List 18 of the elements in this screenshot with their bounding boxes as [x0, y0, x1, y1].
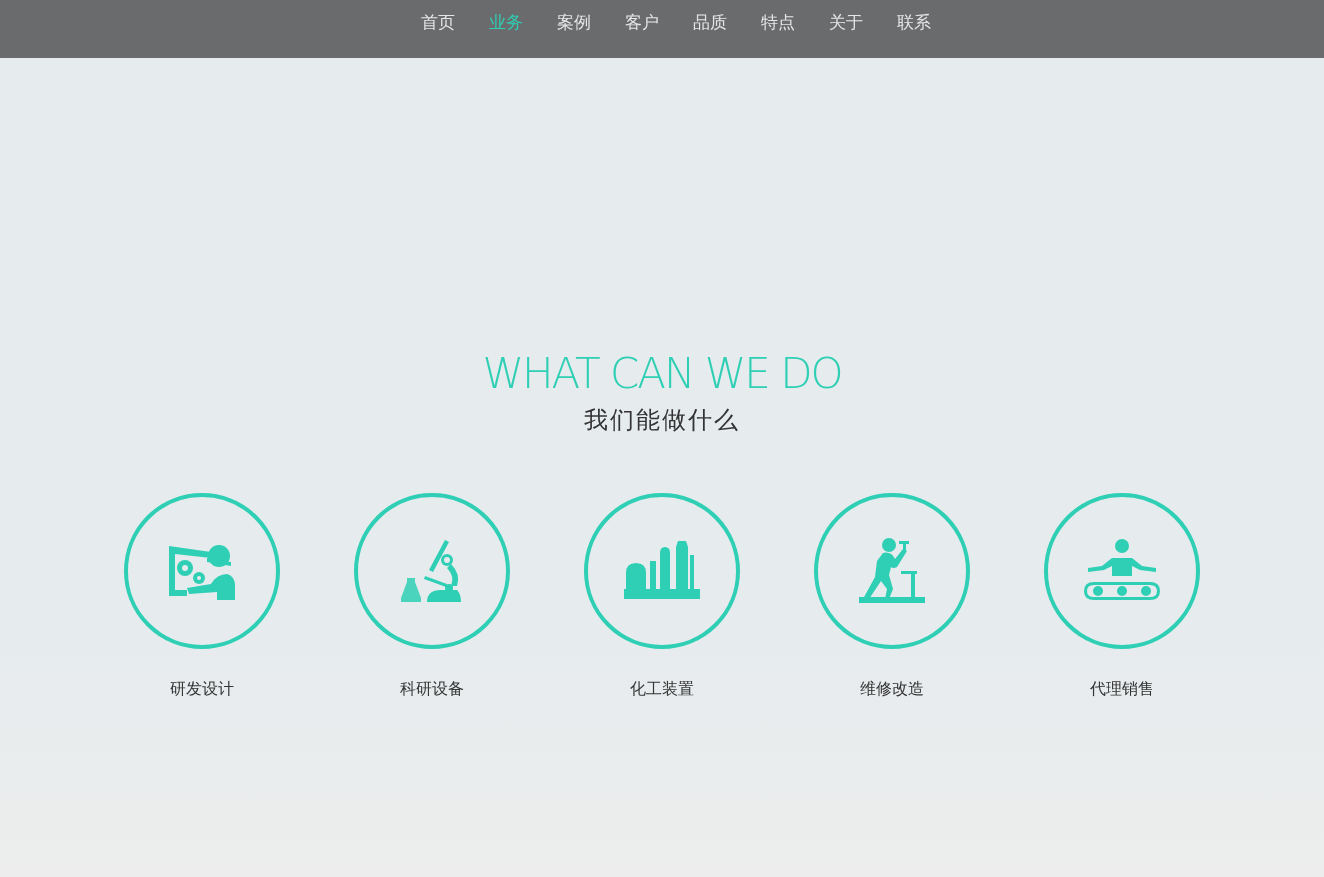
service-label: 化工装置: [630, 679, 694, 699]
nav-link[interactable]: 特点: [761, 10, 795, 36]
nav-link[interactable]: 客户: [625, 10, 659, 36]
nav-link[interactable]: 业务: [489, 10, 523, 36]
nav-link[interactable]: 品质: [693, 10, 727, 36]
worker-hammering-icon: [857, 537, 927, 605]
nav-link[interactable]: 关于: [829, 10, 863, 36]
nav-link[interactable]: 联系: [897, 10, 931, 36]
service-label: 研发设计: [170, 679, 234, 699]
microscope-and-flask-icon: [401, 538, 463, 604]
section-title: WHAT CAN WE DO: [482, 351, 842, 397]
service-label: 科研设备: [400, 679, 464, 699]
service-label: 维修改造: [860, 679, 924, 699]
chemical-plant-icon: [624, 541, 700, 601]
nav-link[interactable]: 案例: [557, 10, 591, 36]
nav-link[interactable]: 首页: [421, 10, 455, 36]
section-subtitle: 我们能做什么: [584, 405, 740, 435]
service-label: 代理销售: [1090, 679, 1154, 699]
